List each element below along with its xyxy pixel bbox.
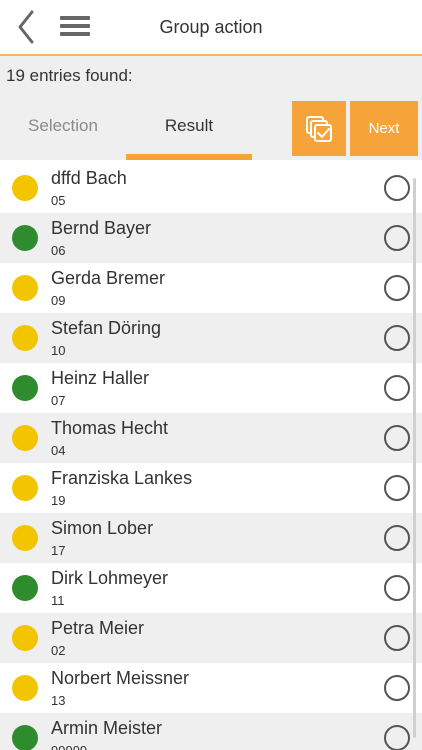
tab-result-label: Result [164, 116, 214, 135]
list-item[interactable]: dffd Bach 05 [0, 163, 422, 213]
select-radio[interactable] [384, 625, 410, 651]
select-radio[interactable] [384, 275, 410, 301]
entry-name: Simon Lober [51, 518, 154, 538]
entry-name: Franziska Lankes [51, 468, 193, 488]
entry-name: Bernd Bayer [51, 218, 152, 238]
entry-name: Norbert Meissner [51, 668, 190, 688]
list-item[interactable]: Norbert Meissner 13 [0, 663, 422, 713]
scrollbar[interactable] [413, 178, 416, 738]
entry-name: dffd Bach [51, 168, 127, 188]
status-dot-icon [12, 325, 38, 351]
select-radio[interactable] [384, 475, 410, 501]
entry-name: Stefan Döring [51, 318, 162, 338]
status-dot-icon [12, 425, 38, 451]
entries-count: 19 entries found: [6, 66, 133, 85]
status-dot-icon [12, 225, 38, 251]
entry-number: 11 [51, 593, 65, 608]
status-dot-icon [12, 175, 38, 201]
multi-select-icon [306, 115, 332, 142]
list-item[interactable]: Simon Lober 17 [0, 513, 422, 563]
entry-number: 06 [51, 243, 66, 258]
tab-result[interactable]: Result [126, 116, 252, 156]
status-dot-icon [12, 275, 38, 301]
status-dot-icon [12, 525, 38, 551]
entry-name: Thomas Hecht [51, 418, 169, 438]
select-radio[interactable] [384, 175, 410, 201]
status-dot-icon [12, 475, 38, 501]
entry-name: Armin Meister [51, 718, 163, 738]
tab-selection[interactable]: Selection [0, 116, 126, 156]
active-tab-indicator [126, 154, 252, 160]
result-toolbar: 19 entries found: Selection Result Next [0, 56, 422, 160]
list-item[interactable]: Petra Meier 02 [0, 613, 422, 663]
entry-name: Heinz Haller [51, 368, 150, 388]
list-item[interactable]: Gerda Bremer 09 [0, 263, 422, 313]
select-radio[interactable] [384, 675, 410, 701]
entries-list: dffd Bach 05 Bernd Bayer 06 Gerda Bremer 09 St… [0, 163, 422, 750]
entry-number: 04 [51, 443, 66, 458]
list-item[interactable]: Heinz Haller 07 [0, 363, 422, 413]
screen: Group action 19 entries found: Selection… [0, 0, 422, 750]
status-dot-icon [12, 675, 38, 701]
multi-select-button[interactable] [292, 101, 346, 156]
entry-name: Dirk Lohmeyer [51, 568, 169, 588]
select-radio[interactable] [384, 225, 410, 251]
entry-number: 13 [51, 693, 66, 708]
list-item[interactable]: Bernd Bayer 06 [0, 213, 422, 263]
app-header: Group action [0, 0, 422, 56]
entry-number: 99999 [51, 743, 87, 750]
entry-name: Petra Meier [51, 618, 145, 638]
select-radio[interactable] [384, 325, 410, 351]
list-item[interactable]: Dirk Lohmeyer 11 [0, 563, 422, 613]
select-radio[interactable] [384, 525, 410, 551]
list-item[interactable]: Franziska Lankes 19 [0, 463, 422, 513]
entry-number: 19 [51, 493, 66, 508]
entry-number: 09 [51, 293, 66, 308]
next-button[interactable]: Next [350, 101, 418, 156]
tab-selection-label: Selection [28, 116, 98, 135]
entry-number: 02 [51, 643, 66, 658]
status-dot-icon [12, 725, 38, 750]
entry-number: 17 [51, 543, 66, 558]
status-dot-icon [12, 575, 38, 601]
next-button-label: Next [368, 120, 400, 137]
list-item[interactable]: Thomas Hecht 04 [0, 413, 422, 463]
entry-number: 05 [51, 193, 66, 208]
entry-number: 07 [51, 393, 66, 408]
list-item[interactable]: Stefan Döring 10 [0, 313, 422, 363]
list-item[interactable]: Armin Meister 99999 [0, 713, 422, 750]
page-title: Group action [159, 17, 263, 37]
select-radio[interactable] [384, 425, 410, 451]
entry-name: Gerda Bremer [51, 268, 166, 288]
select-radio[interactable] [384, 375, 410, 401]
select-radio[interactable] [384, 575, 410, 601]
status-dot-icon [12, 625, 38, 651]
entry-number: 10 [51, 343, 66, 358]
status-dot-icon [12, 375, 38, 401]
select-radio[interactable] [384, 725, 410, 750]
